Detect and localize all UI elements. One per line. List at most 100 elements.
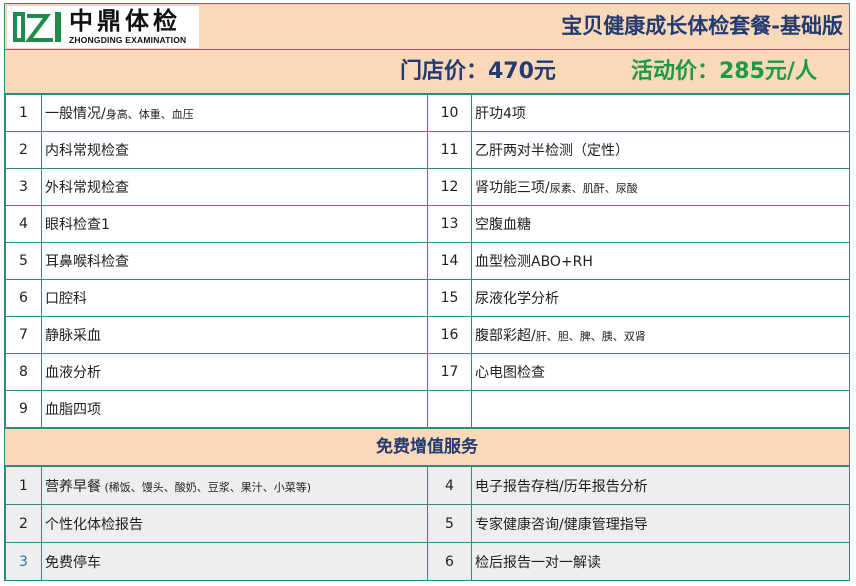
brand-logo: 中鼎体检 ZHONGDING EXAMINATION bbox=[7, 6, 199, 48]
table-row: 6 口腔科 15 尿液化学分析 bbox=[5, 279, 850, 317]
item-name-text: 血型检测ABO+RH bbox=[475, 254, 593, 270]
table-row: 3 免费停车 6 检后报告一对一解读 bbox=[5, 542, 850, 581]
item-number-text: 6 bbox=[19, 290, 28, 306]
service-number-text: 4 bbox=[445, 477, 454, 494]
service-name: 检后报告一对一解读 bbox=[471, 542, 850, 581]
item-name: 乙肝两对半检测（定性） bbox=[471, 131, 850, 169]
item-name-text: 空腹血糖 bbox=[475, 217, 531, 233]
package-sheet: 中鼎体检 ZHONGDING EXAMINATION 宝贝健康成长体检套餐-基础… bbox=[4, 3, 850, 581]
item-number-text: 12 bbox=[440, 179, 459, 195]
item-name: 口腔科 bbox=[41, 279, 428, 317]
item-number-text: 11 bbox=[440, 142, 459, 158]
table-row: 8 血液分析 17 心电图检查 bbox=[5, 353, 850, 391]
item-number-text: 10 bbox=[440, 105, 459, 121]
item-number: 4 bbox=[5, 205, 42, 243]
item-name: 肝功4项 bbox=[471, 94, 850, 132]
item-name-text: 口腔科 bbox=[45, 291, 87, 307]
service-name: 免费停车 bbox=[41, 542, 428, 581]
item-name-text: 血液分析 bbox=[45, 365, 101, 381]
item-number: 15 bbox=[427, 279, 472, 317]
item-number: 12 bbox=[427, 168, 472, 206]
item-name-text: 肝功4项 bbox=[475, 106, 526, 122]
item-number-text: 7 bbox=[19, 327, 28, 343]
item-name-text: 内科常规检查 bbox=[45, 143, 129, 159]
service-name-text: 免费停车 bbox=[45, 554, 101, 571]
item-number-text: 5 bbox=[19, 253, 28, 269]
item-name: 空腹血糖 bbox=[471, 205, 850, 243]
item-name-text: 血脂四项 bbox=[45, 402, 101, 418]
item-number: 9 bbox=[5, 390, 42, 428]
item-number: 11 bbox=[427, 131, 472, 169]
table-row: 1 一般情况/身高、体重、血压 10 肝功4项 bbox=[5, 94, 850, 132]
table-row: 3 外科常规检查 12 肾功能三项/尿素、肌酐、尿酸 bbox=[5, 168, 850, 206]
item-number-text: 2 bbox=[19, 142, 28, 158]
item-number-text: 17 bbox=[440, 364, 459, 380]
item-number-text: 15 bbox=[440, 290, 459, 306]
service-number-text: 2 bbox=[19, 515, 28, 532]
item-number-text: 4 bbox=[19, 216, 28, 232]
item-number-text: 1 bbox=[19, 105, 28, 121]
free-services-table: 1 营养早餐 (稀饭、馒头、酸奶、豆浆、果汁、小菜等) 4 电子报告存档/历年报告分析… bbox=[5, 466, 850, 581]
item-number-text: 16 bbox=[440, 327, 459, 343]
item-name: 内科常规检查 bbox=[41, 131, 428, 169]
item-number: 8 bbox=[5, 353, 42, 391]
item-number bbox=[427, 390, 472, 428]
item-name-text: 腹部彩超/ bbox=[475, 328, 536, 344]
item-name-text: 心电图检查 bbox=[475, 365, 545, 381]
free-services-heading: 免费增值服务 bbox=[5, 428, 849, 466]
item-number: 10 bbox=[427, 94, 472, 132]
item-name-text: 尿液化学分析 bbox=[475, 291, 559, 307]
item-number: 16 bbox=[427, 316, 472, 354]
item-name-text: 外科常规检查 bbox=[45, 180, 129, 196]
item-number: 14 bbox=[427, 242, 472, 280]
store-price: 门店价：470元 bbox=[400, 59, 556, 84]
item-number: 7 bbox=[5, 316, 42, 354]
service-detail-text: (稀饭、馒头、酸奶、豆浆、果汁、小菜等) bbox=[101, 480, 312, 494]
item-name: 耳鼻喉科检查 bbox=[41, 242, 428, 280]
price-row: 门店价：470元 活动价：285元/人 bbox=[5, 50, 849, 94]
item-name-text: 一般情况/ bbox=[45, 106, 106, 122]
item-number-text: 13 bbox=[440, 216, 459, 232]
service-number-text: 1 bbox=[19, 477, 28, 494]
item-number: 2 bbox=[5, 131, 42, 169]
item-name: 肾功能三项/尿素、肌酐、尿酸 bbox=[471, 168, 850, 206]
service-number: 4 bbox=[427, 466, 472, 505]
service-name: 电子报告存档/历年报告分析 bbox=[471, 466, 850, 505]
item-number: 3 bbox=[5, 168, 42, 206]
table-row: 1 营养早餐 (稀饭、馒头、酸奶、豆浆、果汁、小菜等) 4 电子报告存档/历年报告分析 bbox=[5, 466, 850, 505]
service-number: 1 bbox=[5, 466, 42, 505]
item-name: 一般情况/身高、体重、血压 bbox=[41, 94, 428, 132]
item-name-text: 乙肝两对半检测（定性） bbox=[475, 143, 629, 159]
service-name-text: 营养早餐 bbox=[45, 478, 101, 495]
item-number-text: 8 bbox=[19, 364, 28, 380]
item-number-text: 3 bbox=[19, 179, 28, 195]
item-name: 血脂四项 bbox=[41, 390, 428, 428]
service-number-text: 3 bbox=[19, 553, 28, 570]
item-number: 1 bbox=[5, 94, 42, 132]
item-number-text: 14 bbox=[440, 253, 459, 269]
item-name bbox=[471, 390, 850, 428]
table-row: 9 血脂四项 bbox=[5, 390, 850, 428]
service-number-text: 5 bbox=[445, 515, 454, 532]
page-title: 宝贝健康成长体检套餐-基础版 bbox=[561, 14, 843, 38]
table-row: 2 内科常规检查 11 乙肝两对半检测（定性） bbox=[5, 131, 850, 169]
service-name: 个性化体检报告 bbox=[41, 504, 428, 543]
table-row: 4 眼科检查1 13 空腹血糖 bbox=[5, 205, 850, 243]
service-number-text: 6 bbox=[445, 553, 454, 570]
service-name: 营养早餐 (稀饭、馒头、酸奶、豆浆、果汁、小菜等) bbox=[41, 466, 428, 505]
item-number: 5 bbox=[5, 242, 42, 280]
service-name-text: 检后报告一对一解读 bbox=[475, 554, 601, 571]
table-row: 5 耳鼻喉科检查 14 血型检测ABO+RH bbox=[5, 242, 850, 280]
item-name-text: 静脉采血 bbox=[45, 328, 101, 344]
item-name: 腹部彩超/肝、胆、脾、胰、双肾 bbox=[471, 316, 850, 354]
exam-items-table: 1 一般情况/身高、体重、血压 10 肝功4项 2 内科常规检查 11 乙肝两对半检测（定性）… bbox=[5, 94, 850, 428]
title-row: 中鼎体检 ZHONGDING EXAMINATION 宝贝健康成长体检套餐-基础… bbox=[5, 4, 849, 50]
service-number: 5 bbox=[427, 504, 472, 543]
service-number: 2 bbox=[5, 504, 42, 543]
item-name: 心电图检查 bbox=[471, 353, 850, 391]
brand-name-en: ZHONGDING EXAMINATION bbox=[69, 35, 187, 45]
item-name-text: 耳鼻喉科检查 bbox=[45, 254, 129, 270]
service-name-text: 电子报告存档/历年报告分析 bbox=[475, 478, 648, 495]
item-detail-text: 肝、胆、脾、胰、双肾 bbox=[535, 330, 646, 343]
item-name: 眼科检查1 bbox=[41, 205, 428, 243]
